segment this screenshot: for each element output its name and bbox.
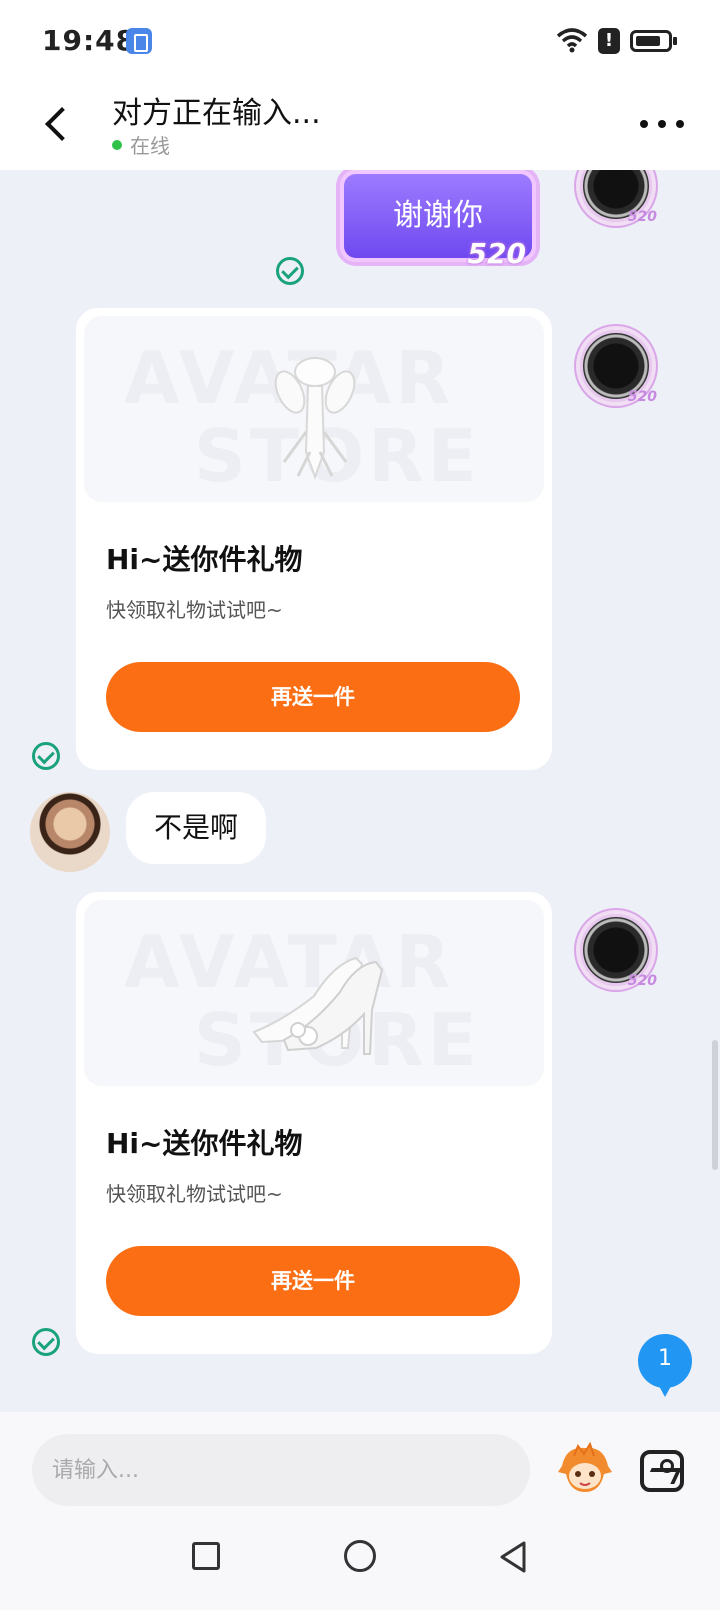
- sent-check-icon: [276, 257, 304, 285]
- more-dot-icon: [676, 120, 684, 128]
- online-status: 在线: [112, 130, 170, 159]
- sent-check-icon: [32, 1328, 60, 1356]
- sticker-text: 谢谢你: [393, 198, 483, 233]
- gift-image: AVATAR STORE: [84, 316, 544, 502]
- nav-back-button[interactable]: [498, 1540, 528, 1574]
- my-avatar[interactable]: 520: [580, 914, 657, 989]
- emoji-sticker-button[interactable]: [556, 1442, 614, 1498]
- gift-title: Hi~送你件礼物: [106, 1127, 303, 1160]
- avatar-frame-label: 520: [627, 973, 657, 989]
- send-again-button[interactable]: 再送一件: [106, 662, 520, 732]
- sent-check-icon: [32, 742, 60, 770]
- sticker-badge: 520: [467, 237, 526, 270]
- status-time: 19:48: [42, 24, 137, 57]
- sticker-message[interactable]: 谢谢你 520: [340, 170, 536, 270]
- gift-image: AVATAR STORE: [84, 900, 544, 1086]
- chat-message-list[interactable]: 520 谢谢你 520 520 AVATAR STORE Hi~送你件礼物 快领…: [0, 170, 720, 1412]
- scrollbar[interactable]: [712, 1040, 718, 1170]
- chat-header: 对方正在输入... 在线: [0, 80, 720, 170]
- avatar-frame-label: 520: [627, 209, 657, 225]
- unread-count-badge[interactable]: 1: [638, 1334, 692, 1397]
- page-title: 对方正在输入...: [112, 96, 321, 131]
- battery-icon: [630, 30, 677, 52]
- online-status-label: 在线: [130, 134, 170, 158]
- more-dot-icon: [640, 120, 648, 128]
- white-high-heels-icon: [252, 956, 384, 1055]
- system-nav-bar: [0, 1512, 720, 1610]
- send-again-button[interactable]: 再送一件: [106, 1246, 520, 1316]
- more-options-button[interactable]: [640, 116, 684, 132]
- my-avatar[interactable]: 520: [580, 330, 657, 405]
- gift-subtitle: 快领取礼物试试吧~: [106, 598, 283, 622]
- more-dot-icon: [658, 120, 666, 128]
- wifi-icon: [556, 28, 588, 53]
- white-bunny-ears-icon: [274, 357, 356, 480]
- contact-avatar[interactable]: [30, 792, 110, 872]
- home-button[interactable]: [344, 1540, 376, 1572]
- status-bar: 19:48 !: [0, 0, 720, 80]
- gift-subtitle: 快领取礼物试试吧~: [106, 1182, 283, 1206]
- received-message-bubble[interactable]: 不是啊: [126, 792, 267, 864]
- gift-card[interactable]: AVATAR STORE Hi~送你件礼物 快领取礼物试试吧~ 再送一件: [76, 308, 552, 770]
- app-notification-icon: [126, 28, 152, 54]
- message-input[interactable]: [32, 1434, 530, 1506]
- gift-card[interactable]: AVATAR STORE Hi~送你件礼物 快领取礼物试试吧~ 再送一件: [76, 892, 552, 1354]
- recent-apps-button[interactable]: [192, 1542, 220, 1570]
- online-dot-icon: [112, 139, 122, 150]
- input-bar: [0, 1412, 720, 1512]
- my-avatar[interactable]: 520: [580, 170, 657, 225]
- gift-title: Hi~送你件礼物: [106, 543, 303, 576]
- back-button[interactable]: [36, 102, 76, 148]
- avatar-frame-label: 520: [627, 389, 657, 405]
- image-picker-button[interactable]: [640, 1450, 684, 1492]
- alert-icon: !: [598, 28, 620, 54]
